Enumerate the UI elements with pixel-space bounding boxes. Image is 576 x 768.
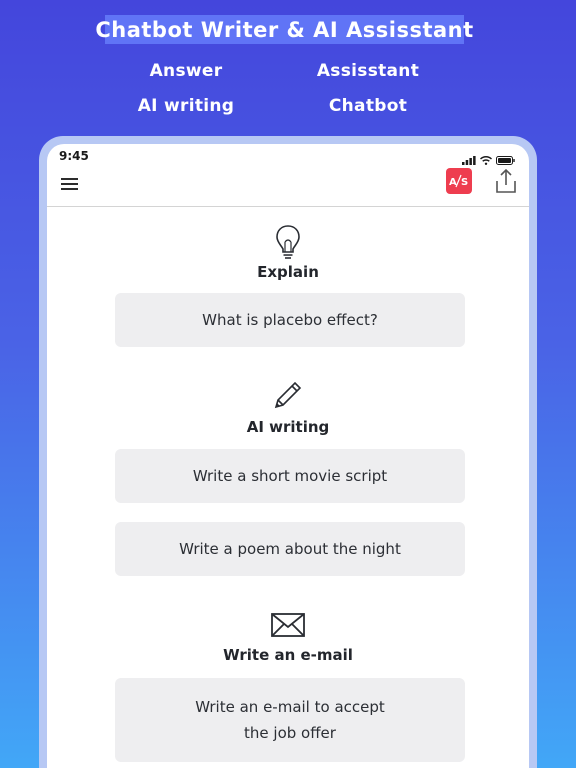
status-time: 9:45 [59, 149, 89, 163]
app-screen: 9:45 A S Explain What is placebo effect?… [47, 144, 529, 768]
battery-icon [496, 150, 515, 169]
share-button[interactable] [494, 168, 518, 194]
section-title-ai-writing: AI writing [246, 418, 330, 436]
pencil-icon [271, 378, 305, 416]
prompt-button[interactable]: What is placebo effect? [115, 293, 465, 347]
hamburger-menu-icon [61, 178, 78, 190]
feature-answer: Answer [149, 61, 223, 81]
cellular-signal-icon [462, 150, 476, 169]
prompt-button[interactable]: Write a poem about the night [115, 522, 465, 576]
wifi-icon [479, 150, 493, 169]
banner-title: Chatbot Writer & AI Assisstant [95, 15, 473, 44]
envelope-icon [270, 611, 306, 643]
prompt-button[interactable]: Write an e-mail to accept the job offer [115, 678, 465, 762]
lightbulb-icon [275, 224, 301, 264]
share-upload-icon [496, 168, 516, 193]
feature-assistant: Assisstant [316, 61, 420, 81]
prompt-button[interactable]: Write a short movie script [115, 449, 465, 503]
hamburger-menu-button[interactable] [61, 176, 79, 192]
translate-button[interactable]: A S [446, 168, 472, 194]
section-title-write-email: Write an e-mail [223, 646, 353, 664]
status-icons [462, 150, 515, 169]
toolbar-divider [47, 206, 529, 207]
svg-text:S: S [461, 177, 468, 188]
translate-icon: A S [449, 174, 468, 188]
feature-ai-writing: AI writing [137, 96, 235, 116]
feature-chatbot: Chatbot [328, 96, 408, 116]
section-title-explain: Explain [257, 263, 319, 281]
